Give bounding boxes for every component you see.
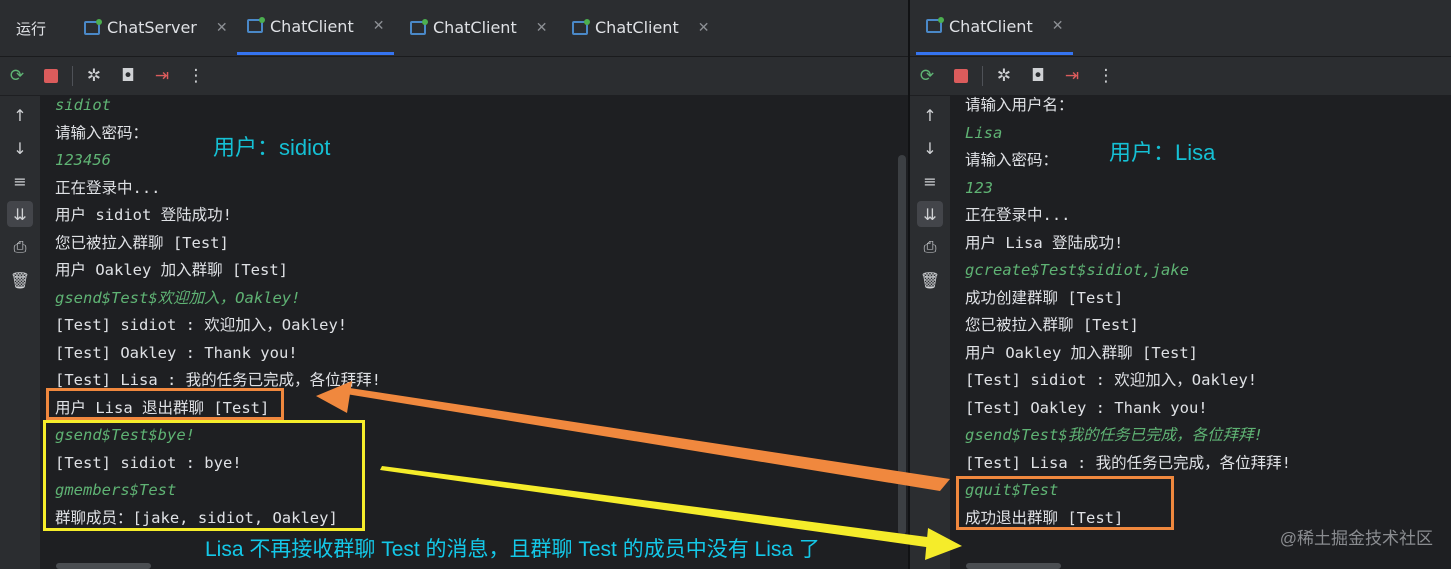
yellow-arrow-head [925, 528, 962, 560]
orange-arrow-head [316, 381, 352, 413]
watermark: @稀土掘金技术社区 [1279, 529, 1433, 548]
annotation-note: Lisa 不再接收群聊 Test 的消息，且群聊 Test 的成员中没有 Lis… [205, 538, 820, 561]
annotation-arrows [316, 381, 962, 560]
